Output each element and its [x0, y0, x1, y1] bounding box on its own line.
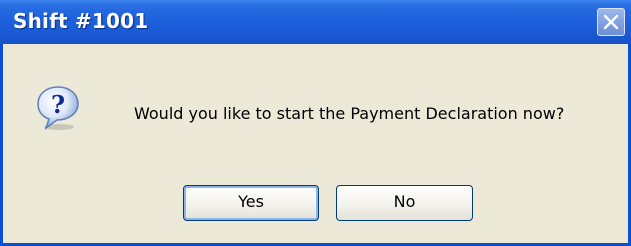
dialog-message: Would you like to start the Payment Decl… [134, 104, 565, 123]
message-dialog: Shift #1001 ? Would you like to start th… [0, 0, 631, 246]
no-button[interactable]: No [336, 185, 473, 221]
svg-text:?: ? [51, 90, 65, 119]
window-title: Shift #1001 [13, 9, 149, 33]
yes-button[interactable]: Yes [183, 185, 319, 221]
close-button[interactable] [597, 8, 625, 36]
question-icon: ? [37, 86, 79, 130]
close-icon [603, 14, 619, 30]
title-bar[interactable]: Shift #1001 [0, 0, 631, 44]
